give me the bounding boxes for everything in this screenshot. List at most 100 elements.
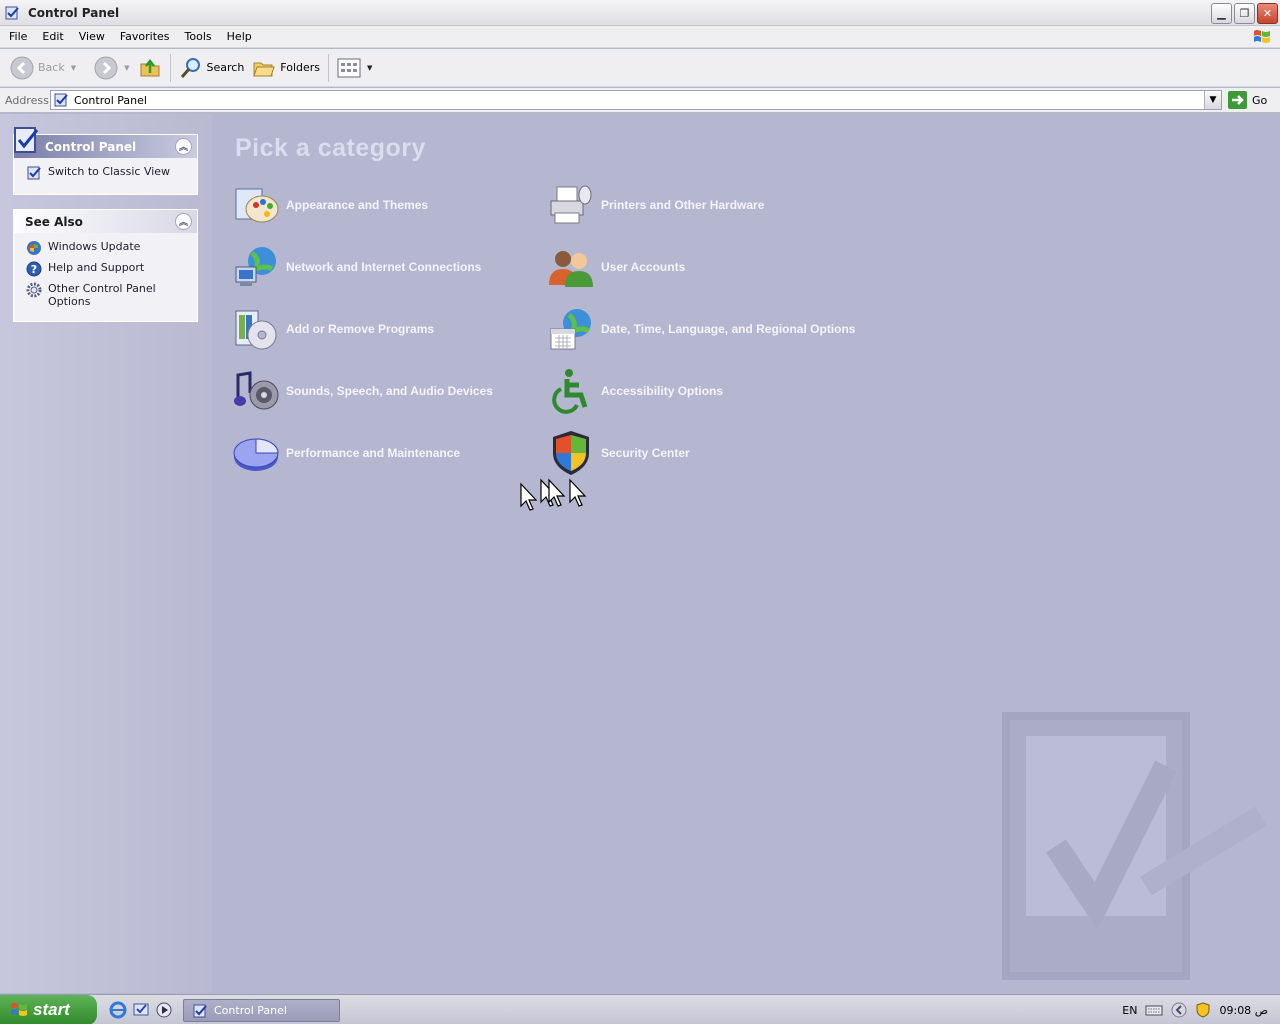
category-label: Printers and Other Hardware (601, 198, 765, 212)
show-hidden-icons-chevron-icon[interactable] (1171, 1002, 1187, 1018)
forward-button[interactable]: ▼ (90, 53, 133, 83)
windows-update-link[interactable]: Windows Update (26, 240, 189, 256)
see-also-title: See Also (25, 214, 83, 229)
start-label: start (33, 999, 70, 1019)
keyboard-icon[interactable] (1145, 1003, 1163, 1017)
menu-tools[interactable]: Tools (179, 30, 218, 43)
forward-dropdown-icon[interactable]: ▼ (124, 64, 129, 72)
other-control-panel-options-label: Other Control Panel Options (48, 282, 156, 308)
svg-text:?: ? (31, 263, 37, 276)
mouse-cursor-icon (520, 478, 587, 511)
pie-chart-icon (233, 438, 279, 471)
menu-file[interactable]: File (3, 30, 33, 43)
minimize-button[interactable]: ▁ (1211, 3, 1232, 24)
security-alert-icon[interactable] (1195, 1002, 1211, 1018)
taskbar-button-label: Control Panel (214, 1004, 287, 1017)
search-icon (180, 57, 200, 78)
restore-button[interactable]: ❐ (1234, 3, 1255, 24)
see-also-taskbox: See Also ︽ Windows Update ? Help and Sup… (13, 209, 198, 322)
control-panel-taskbox: Control Panel ︽ Switch to Classic View (13, 127, 198, 195)
menu-favorites[interactable]: Favorites (114, 30, 176, 43)
taskbar-button-control-panel[interactable]: Control Panel (183, 999, 340, 1022)
go-button[interactable]: Go (1228, 91, 1267, 109)
address-label: Address (5, 93, 49, 107)
control-panel-icon (54, 93, 68, 107)
show-desktop-icon[interactable] (132, 1001, 150, 1019)
network-globe-icon (235, 247, 276, 286)
folders-button[interactable]: Folders (248, 53, 324, 83)
category-sounds-speech-and-audio-devices[interactable]: Sounds, Speech, and Audio Devices (232, 367, 493, 415)
category-label: Performance and Maintenance (286, 446, 461, 460)
help-and-support-link[interactable]: ? Help and Support (26, 261, 189, 277)
toolbar-separator (328, 53, 330, 82)
windows-update-icon (27, 241, 41, 255)
up-folder-icon (140, 58, 159, 76)
control-panel-icon (14, 127, 39, 153)
internet-explorer-icon[interactable] (109, 1001, 127, 1019)
category-date-time-language-and-regional-options[interactable]: Date, Time, Language, and Regional Optio… (547, 305, 855, 353)
views-icon (337, 58, 361, 77)
toolbar: Back ▼ ▼ Search Folders ▼ (0, 49, 1280, 87)
address-input[interactable]: Control Panel ▼ (50, 90, 1222, 110)
start-button[interactable]: start (0, 994, 97, 1024)
control-panel-taskbox-header[interactable]: Control Panel ︽ (14, 127, 197, 158)
go-arrow-icon (1228, 91, 1247, 109)
address-dropdown-button[interactable]: ▼ (1204, 91, 1221, 109)
menu-help[interactable]: Help (221, 30, 258, 43)
category-printers-and-other-hardware[interactable]: Printers and Other Hardware (547, 181, 764, 229)
search-button[interactable]: Search (175, 53, 249, 83)
category-accessibility-options[interactable]: Accessibility Options (547, 367, 723, 415)
system-clock[interactable]: 09:08 ص (1219, 1004, 1268, 1017)
system-tray: EN 09:08 ص (1112, 995, 1280, 1024)
address-value: Control Panel (74, 93, 147, 107)
page-title: Pick a category (235, 134, 426, 162)
globe-calendar-icon (550, 309, 591, 350)
category-label: Appearance and Themes (286, 198, 429, 212)
folders-label: Folders (280, 61, 321, 74)
taskbar: start Control Panel EN 09:08 ص (0, 994, 1280, 1024)
wheelchair-icon (552, 369, 588, 414)
switch-to-classic-view-link[interactable]: Switch to Classic View (26, 165, 189, 181)
control-panel-icon (5, 6, 19, 19)
users-icon (549, 251, 593, 287)
category-security-center[interactable]: Security Center (547, 429, 690, 477)
media-player-icon[interactable] (155, 1001, 173, 1019)
palette-icon (235, 188, 279, 223)
category-view: Pick a category Appearance and Themes Ne… (212, 114, 1280, 993)
up-folder-button[interactable] (134, 53, 166, 83)
menu-bar: File Edit View Favorites Tools Help (0, 26, 1280, 48)
cd-box-icon (235, 310, 277, 350)
menu-edit[interactable]: Edit (36, 30, 69, 43)
address-bar: Address Control Panel ▼ Go (0, 88, 1280, 113)
task-pane: Control Panel ︽ Switch to Classic View S… (0, 114, 212, 993)
views-button[interactable]: ▼ (333, 53, 376, 83)
help-icon: ? (26, 261, 42, 277)
back-label: Back (38, 61, 65, 74)
category-user-accounts[interactable]: User Accounts (547, 243, 685, 291)
category-label: Sounds, Speech, and Audio Devices (286, 384, 493, 398)
category-label: Network and Internet Connections (286, 260, 482, 274)
switch-to-classic-view-label: Switch to Classic View (48, 165, 171, 178)
control-panel-taskbox-title: Control Panel (45, 139, 137, 154)
category-appearance-and-themes[interactable]: Appearance and Themes (232, 181, 428, 229)
back-button[interactable]: Back ▼ (6, 53, 80, 83)
menu-view[interactable]: View (73, 30, 111, 43)
views-dropdown-icon[interactable]: ▼ (367, 64, 372, 72)
control-panel-icon (27, 166, 41, 180)
collapse-chevron-icon[interactable]: ︽ (175, 138, 192, 155)
toolbar-separator (169, 53, 171, 82)
search-label: Search (206, 61, 245, 74)
windows-update-label: Windows Update (48, 240, 141, 253)
see-also-taskbox-header[interactable]: See Also ︽ (14, 210, 197, 233)
close-button[interactable]: ✕ (1257, 3, 1278, 24)
language-indicator[interactable]: EN (1122, 1004, 1137, 1017)
other-control-panel-options-link[interactable]: Other Control Panel Options (26, 282, 189, 308)
back-dropdown-icon[interactable]: ▼ (71, 64, 76, 72)
windows-logo-icon (1254, 30, 1270, 43)
title-bar: Control Panel ▁ ❐ ✕ (0, 0, 1280, 26)
category-performance-and-maintenance[interactable]: Performance and Maintenance (232, 429, 460, 477)
forward-arrow-icon (94, 56, 118, 79)
collapse-chevron-icon[interactable]: ︽ (175, 213, 192, 230)
category-add-or-remove-programs[interactable]: Add or Remove Programs (232, 305, 434, 353)
category-network-and-internet-connections[interactable]: Network and Internet Connections (232, 243, 481, 291)
